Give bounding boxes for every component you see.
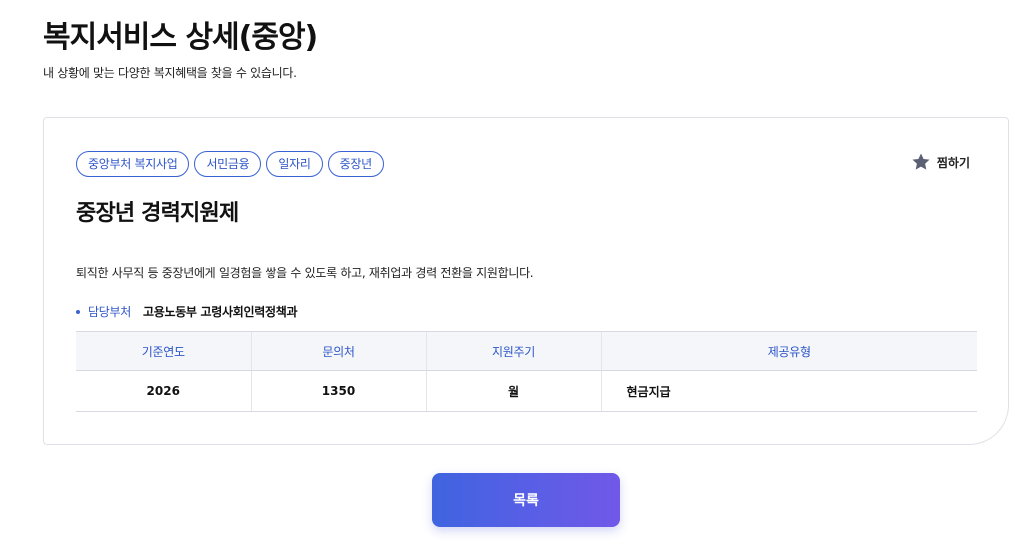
table-header-cycle: 지원주기 [425, 331, 601, 371]
table-cell-cycle: 월 [425, 370, 601, 412]
table-cell-year: 2026 [76, 370, 251, 412]
table-header-year: 기준연도 [76, 331, 251, 371]
table-row: 2026 1350 월 현금지급 [76, 370, 977, 412]
table-header-type: 제공유형 [600, 331, 977, 371]
table-cell-type: 현금지급 [600, 370, 977, 412]
department-label: 담당부처 [88, 305, 131, 319]
table-cell-contact: 1350 [250, 370, 426, 412]
tag-middle-aged[interactable]: 중장년 [327, 151, 384, 177]
page-subtitle: 내 상황에 맞는 다양한 복지혜택을 찾을 수 있습니다. [43, 66, 297, 80]
tag-central-welfare[interactable]: 중앙부처 복지사업 [76, 151, 190, 177]
service-title: 중장년 경력지원제 [76, 201, 239, 226]
tag-financial[interactable]: 서민금융 [194, 151, 262, 177]
table-header-row: 기준연도 문의처 지원주기 제공유형 [76, 331, 977, 371]
list-button[interactable]: 목록 [432, 473, 620, 527]
service-info-table: 기준연도 문의처 지원주기 제공유형 2026 1350 월 현금지급 [76, 331, 977, 412]
bookmark-label: 찜하기 [936, 155, 970, 170]
service-tags: 중앙부처 복지사업 서민금융 일자리 중장년 [76, 151, 384, 177]
tag-jobs[interactable]: 일자리 [266, 151, 323, 177]
bullet-dot-icon [76, 310, 80, 314]
bookmark-button[interactable]: 찜하기 [911, 152, 970, 172]
star-icon [911, 152, 931, 172]
page-title: 복지서비스 상세(중앙) [43, 20, 318, 55]
table-header-contact: 문의처 [250, 331, 426, 371]
service-detail-card: 중앙부처 복지사업 서민금융 일자리 중장년 찜하기 중장년 경력지원제 퇴직한… [43, 117, 1009, 445]
department-value: 고용노동부 고령사회인력정책과 [142, 305, 298, 319]
service-description: 퇴직한 사무직 등 중장년에게 일경험을 쌓을 수 있도록 하고, 재취업과 경… [76, 266, 534, 280]
department-info: 담당부처 고용노동부 고령사회인력정책과 [76, 303, 298, 321]
